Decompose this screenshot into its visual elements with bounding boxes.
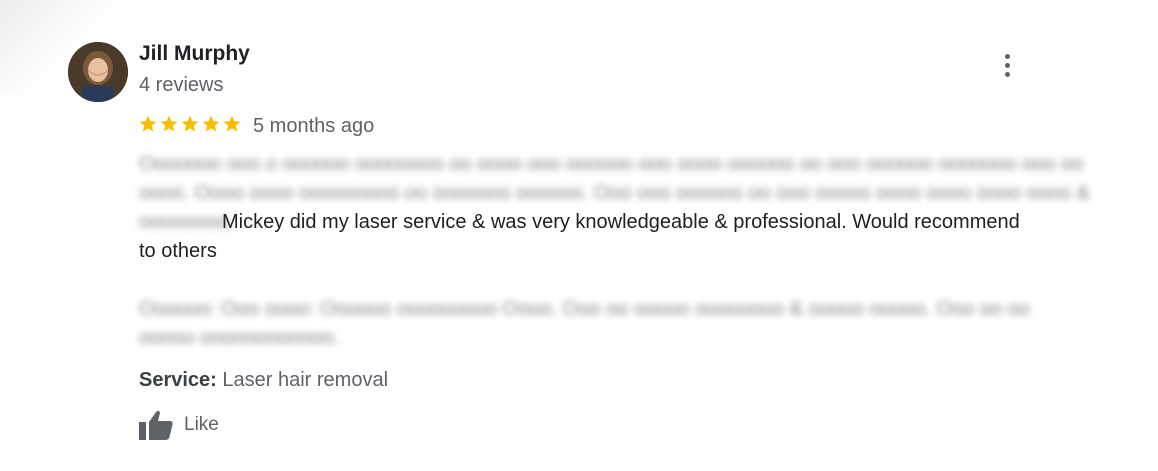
blurred-text-line: Oooooo: Ooo oooo: Oooooo ooooooooo Oooo.… (139, 298, 1030, 320)
author-name[interactable]: Jill Murphy (139, 42, 250, 66)
star-icon (139, 115, 157, 132)
like-button[interactable]: Like (138, 409, 219, 441)
star-icon (181, 115, 199, 132)
star-rating (138, 114, 242, 134)
star-icon (160, 115, 178, 132)
blurred-text-line: ooooo oooooooooooo. (139, 327, 340, 349)
service-line: Service: Laser hair removal (139, 369, 388, 392)
blurred-text-line: Ooooooo ooo o oooooo oooooooo oo oooo oo… (139, 153, 1084, 175)
like-label: Like (184, 414, 219, 435)
star-icon (202, 115, 220, 132)
service-label: Service: (139, 369, 217, 391)
more-vert-icon (1004, 53, 1010, 59)
more-vert-icon-dot (1004, 71, 1010, 77)
avatar[interactable] (68, 42, 128, 102)
star-icon (223, 115, 241, 132)
author-review-count[interactable]: 4 reviews (139, 74, 223, 97)
service-value: Laser hair removal (222, 369, 389, 391)
thumb-up-icon (138, 409, 174, 441)
review-text: Mickey did my laser service & was very k… (139, 211, 1020, 262)
review-card: Jill Murphy 4 reviews 5 months ago Ooooo… (0, 0, 1158, 471)
more-options-button[interactable] (994, 52, 1020, 78)
more-vert-icon-dot (1004, 62, 1010, 68)
review-time: 5 months ago (253, 115, 375, 137)
blurred-text-line: oooo. Oooo oooo ooooooooo oo ooooooo ooo… (139, 182, 1090, 204)
